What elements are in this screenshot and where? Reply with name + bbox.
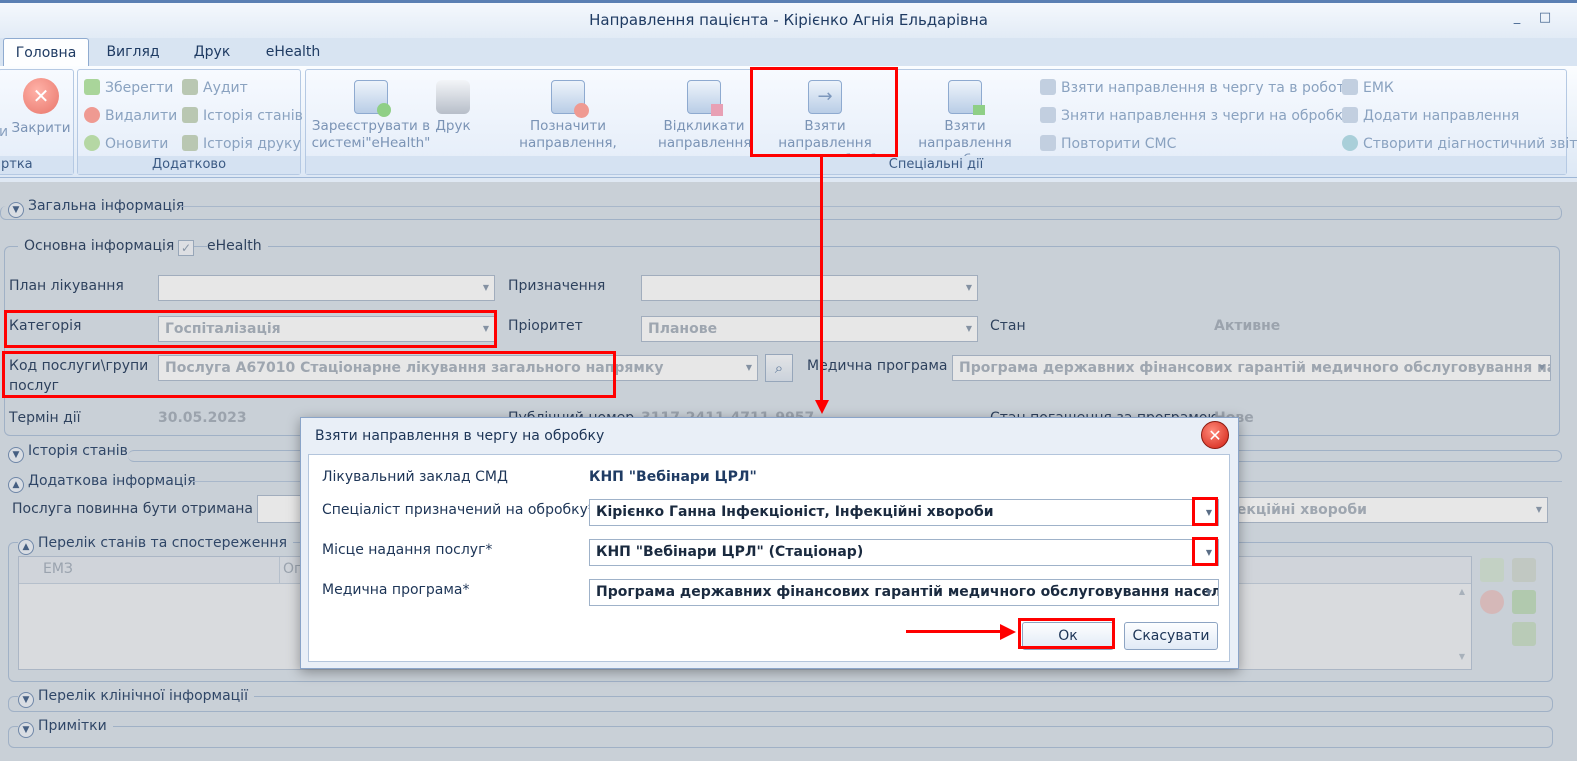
add-referral-label: Додати направлення	[1363, 108, 1520, 124]
annotation-arrow-line	[820, 157, 823, 403]
delete-label: Видалити	[105, 108, 178, 124]
tab-ehealth[interactable]: eHealth	[256, 38, 330, 66]
chevron-down-icon[interactable]: ▼	[1200, 580, 1218, 605]
refresh-icon	[84, 135, 100, 151]
tab-print[interactable]: Друк	[182, 38, 242, 66]
repeat-sms-label: Повторити СМС	[1061, 136, 1177, 152]
ribbon-group-card: ✕ Закрити и ртка	[0, 69, 74, 175]
printer-icon	[436, 80, 470, 114]
create-report-button[interactable]: Створити діагностичний звіт	[1342, 134, 1577, 154]
facility-label: Лікувальний заклад СМД	[322, 469, 508, 485]
take-work-label-1: Взяти направлення	[918, 118, 1012, 151]
save-label: Зберегти	[105, 80, 174, 96]
ribbon: ✕ Закрити и ртка Зберегти Видалити Онови…	[0, 66, 1577, 178]
status-history-label: Історія станів	[203, 108, 303, 124]
cancel-button[interactable]: Скасувати	[1124, 622, 1218, 650]
user-document-icon	[948, 80, 985, 115]
ok-button[interactable]: Ок	[1022, 622, 1114, 650]
chevron-down-icon[interactable]: ▼	[1200, 500, 1218, 525]
ribbon-fragment: и	[0, 124, 9, 140]
specialist-label: Спеціаліст призначений на обробку*	[322, 502, 595, 518]
specialist-value: Кірієнко Ганна Інфекціоніст, Інфекційні …	[596, 504, 994, 520]
specialist-select[interactable]: Кірієнко Ганна Інфекціоніст, Інфекційні …	[589, 499, 1219, 526]
delete-icon	[84, 107, 100, 123]
history-icon	[182, 107, 198, 123]
refresh-button[interactable]: Оновити	[84, 134, 168, 154]
audit-button[interactable]: Аудит	[182, 78, 248, 98]
audit-icon	[182, 79, 198, 95]
arrow-right-icon: →	[808, 80, 842, 114]
create-report-label: Створити діагностичний звіт	[1363, 136, 1577, 152]
ribbon-group-label: Додатково	[78, 156, 300, 174]
maximize-button[interactable]: □	[1538, 11, 1552, 24]
print-history-button[interactable]: Історія друку	[182, 134, 301, 154]
queue-icon	[1040, 79, 1056, 95]
ribbon-group-special: Зареєструвати в системі"eHealth" Друк По…	[305, 69, 1577, 175]
window-title-bar: Направлення пацієнта - Кірієнко Агнія Ел…	[0, 0, 1577, 38]
refresh-label: Оновити	[105, 136, 169, 152]
document-recall-icon	[687, 80, 723, 116]
annotation-arrow-head	[815, 400, 829, 414]
check-icon	[84, 79, 100, 95]
register-document-icon	[354, 80, 391, 117]
take-queue-work-button[interactable]: Взяти направлення в чергу та в роботу	[1040, 78, 1353, 98]
recall-button[interactable]: Відкликати направлення	[658, 80, 752, 152]
ribbon-group-label: Спеціальні дії	[306, 156, 1566, 174]
mark-error-label-1: Позначити направлення,	[519, 118, 617, 151]
print-button[interactable]: Друк	[432, 80, 474, 135]
take-queue-dialog: Взяти направлення в чергу на обробку ✕ Л…	[300, 417, 1239, 669]
report-icon	[1342, 135, 1358, 151]
delete-button[interactable]: Видалити	[84, 106, 177, 126]
add-document-icon	[1342, 107, 1358, 123]
minimize-button[interactable]: _	[1510, 11, 1524, 24]
unqueue-icon	[1040, 107, 1056, 123]
emk-label: ЕМК	[1363, 80, 1394, 96]
place-label: Місце надання послуг*	[322, 542, 493, 558]
save-button[interactable]: Зберегти	[84, 78, 173, 98]
ribbon-group-additional: Зберегти Видалити Оновити Аудит Історія …	[77, 69, 303, 175]
dialog-body: Лікувальний заклад СМД КНП "Вебінари ЦРЛ…	[308, 454, 1230, 662]
close-record-button[interactable]: ✕ Закрити	[7, 78, 75, 137]
tab-view[interactable]: Вигляд	[100, 38, 166, 66]
close-icon: ✕	[23, 78, 59, 114]
add-referral-button[interactable]: Додати направлення	[1342, 106, 1519, 126]
recall-label-1: Відкликати	[663, 118, 745, 134]
annotation-arrow-head	[1000, 624, 1016, 640]
remove-queue-button[interactable]: Зняти направлення з черги на обробку	[1040, 106, 1351, 126]
print-history-label: Історія друку	[203, 136, 301, 152]
close-record-label: Закрити	[11, 120, 71, 136]
emk-icon	[1342, 79, 1358, 95]
status-history-button[interactable]: Історія станів	[182, 106, 303, 126]
register-ehealth-button[interactable]: Зареєструвати в системі"eHealth"	[310, 80, 432, 152]
take-queue-work-label: Взяти направлення в чергу та в роботу	[1061, 80, 1354, 96]
mail-icon	[1040, 135, 1056, 151]
tab-home[interactable]: Головна	[3, 38, 89, 66]
repeat-sms-button[interactable]: Повторити СМС	[1040, 134, 1176, 154]
register-label-1: Зареєструвати в	[311, 118, 431, 134]
program-value: Програма державних фінансових гарантій м…	[596, 584, 1219, 600]
window-title: Направлення пацієнта - Кірієнко Агнія Ел…	[589, 11, 988, 29]
program-label: Медична програма*	[322, 582, 470, 598]
place-value: КНП "Вебінари ЦРЛ" (Стаціонар)	[596, 544, 864, 560]
audit-label: Аудит	[203, 80, 248, 96]
print-label: Друк	[435, 118, 471, 134]
print-history-icon	[182, 135, 198, 151]
facility-value: КНП "Вебінари ЦРЛ"	[589, 469, 757, 485]
chevron-down-icon[interactable]: ▼	[1200, 540, 1218, 565]
document-error-icon	[551, 80, 589, 118]
emk-button[interactable]: ЕМК	[1342, 78, 1394, 98]
place-select[interactable]: КНП "Вебінари ЦРЛ" (Стаціонар) ▼	[589, 539, 1219, 566]
annotation-arrow-line	[906, 630, 1002, 633]
ribbon-tab-bar: Головна Вигляд Друк eHealth	[0, 38, 1577, 66]
ribbon-group-label: ртка	[0, 156, 73, 174]
dialog-title: Взяти направлення в чергу на обробку	[315, 428, 605, 444]
program-select[interactable]: Програма державних фінансових гарантій м…	[589, 579, 1219, 606]
recall-label-2: направлення	[658, 135, 752, 151]
remove-queue-label: Зняти направлення з черги на обробку	[1061, 108, 1352, 124]
close-icon[interactable]: ✕	[1201, 421, 1229, 449]
take-queue-label-1: Взяти направлення	[778, 118, 872, 151]
register-label-2: системі"eHealth"	[311, 135, 431, 151]
